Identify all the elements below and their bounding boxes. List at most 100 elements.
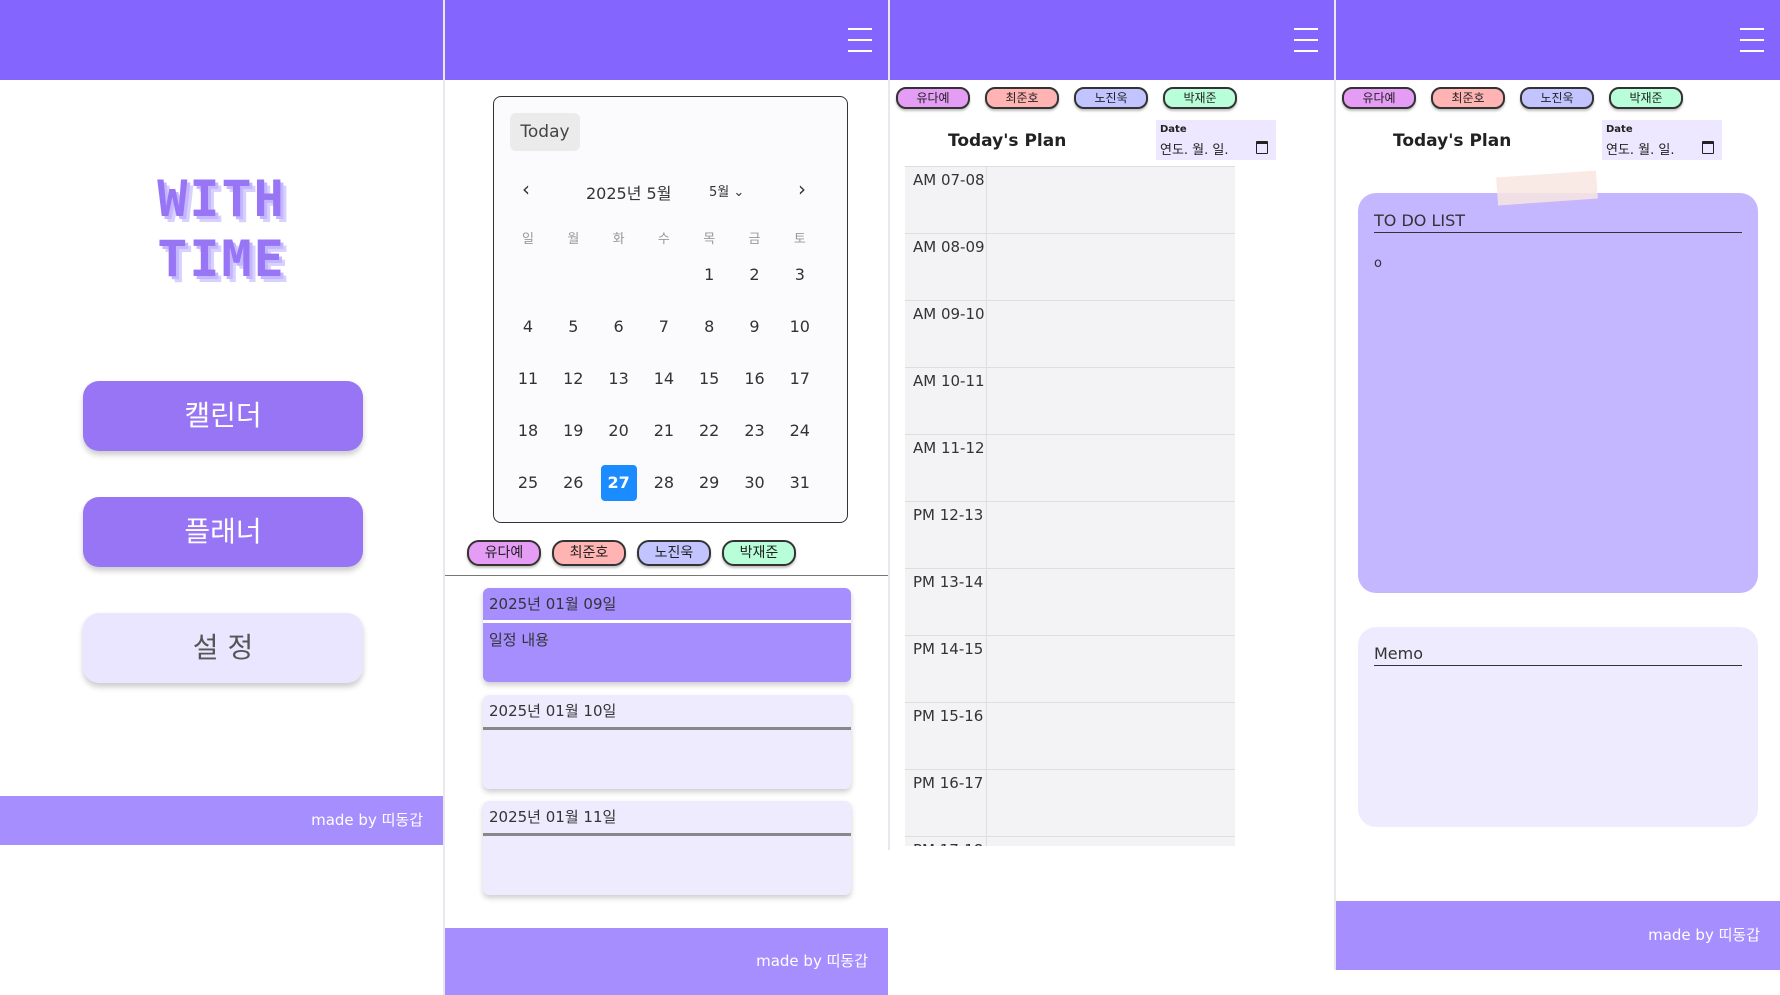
time-slot-row: PM 16-17 (905, 769, 1235, 836)
calendar-day[interactable]: 3 (782, 257, 818, 293)
todo-card[interactable]: TO DO LIST o (1358, 193, 1758, 593)
todo-item[interactable]: o (1374, 256, 1382, 271)
time-slot-cell[interactable] (988, 636, 1235, 702)
calendar-day[interactable]: 29 (691, 465, 727, 501)
member-chip[interactable]: 박재준 (1609, 87, 1683, 109)
calendar-day[interactable]: 13 (601, 361, 637, 397)
time-slot-row: PM 13-14 (905, 568, 1235, 635)
calendar-day[interactable]: 10 (782, 309, 818, 345)
time-slot-cell[interactable] (988, 569, 1235, 635)
calendar-day[interactable]: 7 (646, 309, 682, 345)
member-chip[interactable]: 노진욱 (637, 540, 711, 566)
calendar-day[interactable]: 16 (737, 361, 773, 397)
time-slot-row: PM 15-16 (905, 702, 1235, 769)
event-card[interactable]: 2025년 01월 11일 (483, 801, 851, 895)
memo-card[interactable]: Memo (1358, 627, 1758, 827)
date-label: Date (1160, 124, 1187, 135)
time-slot-cell[interactable] (988, 234, 1235, 300)
menu-icon[interactable] (1740, 28, 1764, 52)
calendar-day[interactable]: 4 (510, 309, 546, 345)
member-chip[interactable]: 박재준 (722, 540, 796, 566)
calendar-day[interactable]: 22 (691, 413, 727, 449)
event-card[interactable]: 2025년 01월 09일 일정 내용 (483, 588, 851, 682)
header-bar (0, 0, 443, 80)
calendar-day[interactable]: 24 (782, 413, 818, 449)
event-content (483, 836, 851, 848)
time-slot-row: AM 10-11 (905, 367, 1235, 434)
time-slot-cell[interactable] (988, 167, 1235, 233)
calendar-day[interactable]: 1 (691, 257, 727, 293)
member-chip[interactable]: 노진욱 (1520, 87, 1594, 109)
month-select[interactable]: 5월 ⌄ (709, 181, 744, 200)
calendar-day[interactable]: 8 (691, 309, 727, 345)
member-chip[interactable]: 최준호 (552, 540, 626, 566)
member-chip[interactable]: 최준호 (985, 87, 1059, 109)
calendar-day[interactable]: 25 (510, 465, 546, 501)
calendar-day[interactable]: 11 (510, 361, 546, 397)
member-chip[interactable]: 노진욱 (1074, 87, 1148, 109)
time-slot-cell[interactable] (988, 301, 1235, 367)
event-card[interactable]: 2025년 01월 10일 (483, 695, 851, 789)
menu-icon[interactable] (848, 28, 872, 52)
time-slot-label: PM 16-17 (905, 770, 987, 836)
calendar-day[interactable]: 26 (555, 465, 591, 501)
calendar-day[interactable]: 18 (510, 413, 546, 449)
time-slot-cell[interactable] (988, 435, 1235, 501)
chevron-right-icon[interactable]: › (798, 177, 806, 201)
time-slot-cell[interactable] (988, 502, 1235, 568)
weekday-label: 금 (748, 232, 761, 247)
calendar-day[interactable]: 27 (600, 465, 637, 501)
calendar-day[interactable]: 21 (646, 413, 682, 449)
time-slot-row: AM 08-09 (905, 233, 1235, 300)
calendar-day[interactable]: 23 (737, 413, 773, 449)
member-chip[interactable]: 유다예 (1342, 87, 1416, 109)
calendar-day[interactable]: 17 (782, 361, 818, 397)
member-chip[interactable]: 유다예 (467, 540, 541, 566)
time-slot-cell[interactable] (988, 703, 1235, 769)
member-chip[interactable]: 박재준 (1163, 87, 1237, 109)
footer: made by 띠동갑 (0, 796, 443, 845)
today-button[interactable]: Today (510, 113, 580, 151)
plan-title: Today's Plan (948, 131, 1067, 151)
calendar-day[interactable]: 30 (737, 465, 773, 501)
calendar-day[interactable]: 31 (782, 465, 818, 501)
calendar-icon[interactable] (1256, 141, 1268, 154)
time-slot-cell[interactable] (988, 770, 1235, 836)
time-slot-label: PM 14-15 (905, 636, 987, 702)
time-slot-row: PM 17-18 (905, 836, 1235, 846)
calendar-day[interactable]: 15 (691, 361, 727, 397)
event-content (483, 730, 851, 742)
calendar-day[interactable]: 19 (555, 413, 591, 449)
planner-button[interactable]: 플래너 (83, 497, 363, 567)
calendar-day[interactable]: 28 (646, 465, 682, 501)
calendar-day[interactable]: 14 (646, 361, 682, 397)
calendar-button[interactable]: 캘린더 (83, 381, 363, 451)
date-input[interactable]: Date 연도. 월. 일. (1602, 120, 1722, 160)
member-chip[interactable]: 유다예 (896, 87, 970, 109)
chevron-left-icon[interactable]: ‹ (522, 177, 530, 201)
settings-button[interactable]: 설 정 (83, 613, 363, 683)
calendar-day[interactable]: 5 (555, 309, 591, 345)
date-input[interactable]: Date 연도. 월. 일. (1156, 120, 1276, 160)
time-schedule: AM 07-08 AM 08-09 AM 09-10 AM 10-11 AM 11-12… (905, 166, 1235, 846)
time-slot-row: AM 11-12 (905, 434, 1235, 501)
footer-credit: made by 띠동갑 (756, 952, 868, 970)
month-select-value: 5월 (709, 185, 730, 200)
time-slot-cell[interactable] (988, 368, 1235, 434)
menu-icon[interactable] (1294, 28, 1318, 52)
calendar-icon[interactable] (1702, 141, 1714, 154)
calendar-day[interactable]: 12 (555, 361, 591, 397)
time-slot-label: PM 15-16 (905, 703, 987, 769)
calendar-day[interactable]: 6 (601, 309, 637, 345)
time-slot-row: AM 09-10 (905, 300, 1235, 367)
member-chip[interactable]: 최준호 (1431, 87, 1505, 109)
time-slot-cell[interactable] (988, 837, 1235, 846)
calendar-day[interactable]: 9 (737, 309, 773, 345)
event-date: 2025년 01월 11일 (483, 801, 851, 836)
planner-screen: 유다예 최준호 노진욱 박재준 Today's Plan Date 연도. 월. 일.… (1336, 0, 1780, 970)
date-input-value: 연도. 월. 일. (1160, 143, 1229, 158)
calendar-day[interactable]: 2 (737, 257, 773, 293)
calendar-day[interactable]: 20 (601, 413, 637, 449)
logo-line-1: WITH (157, 170, 286, 228)
weekday-label: 월 (567, 232, 580, 247)
